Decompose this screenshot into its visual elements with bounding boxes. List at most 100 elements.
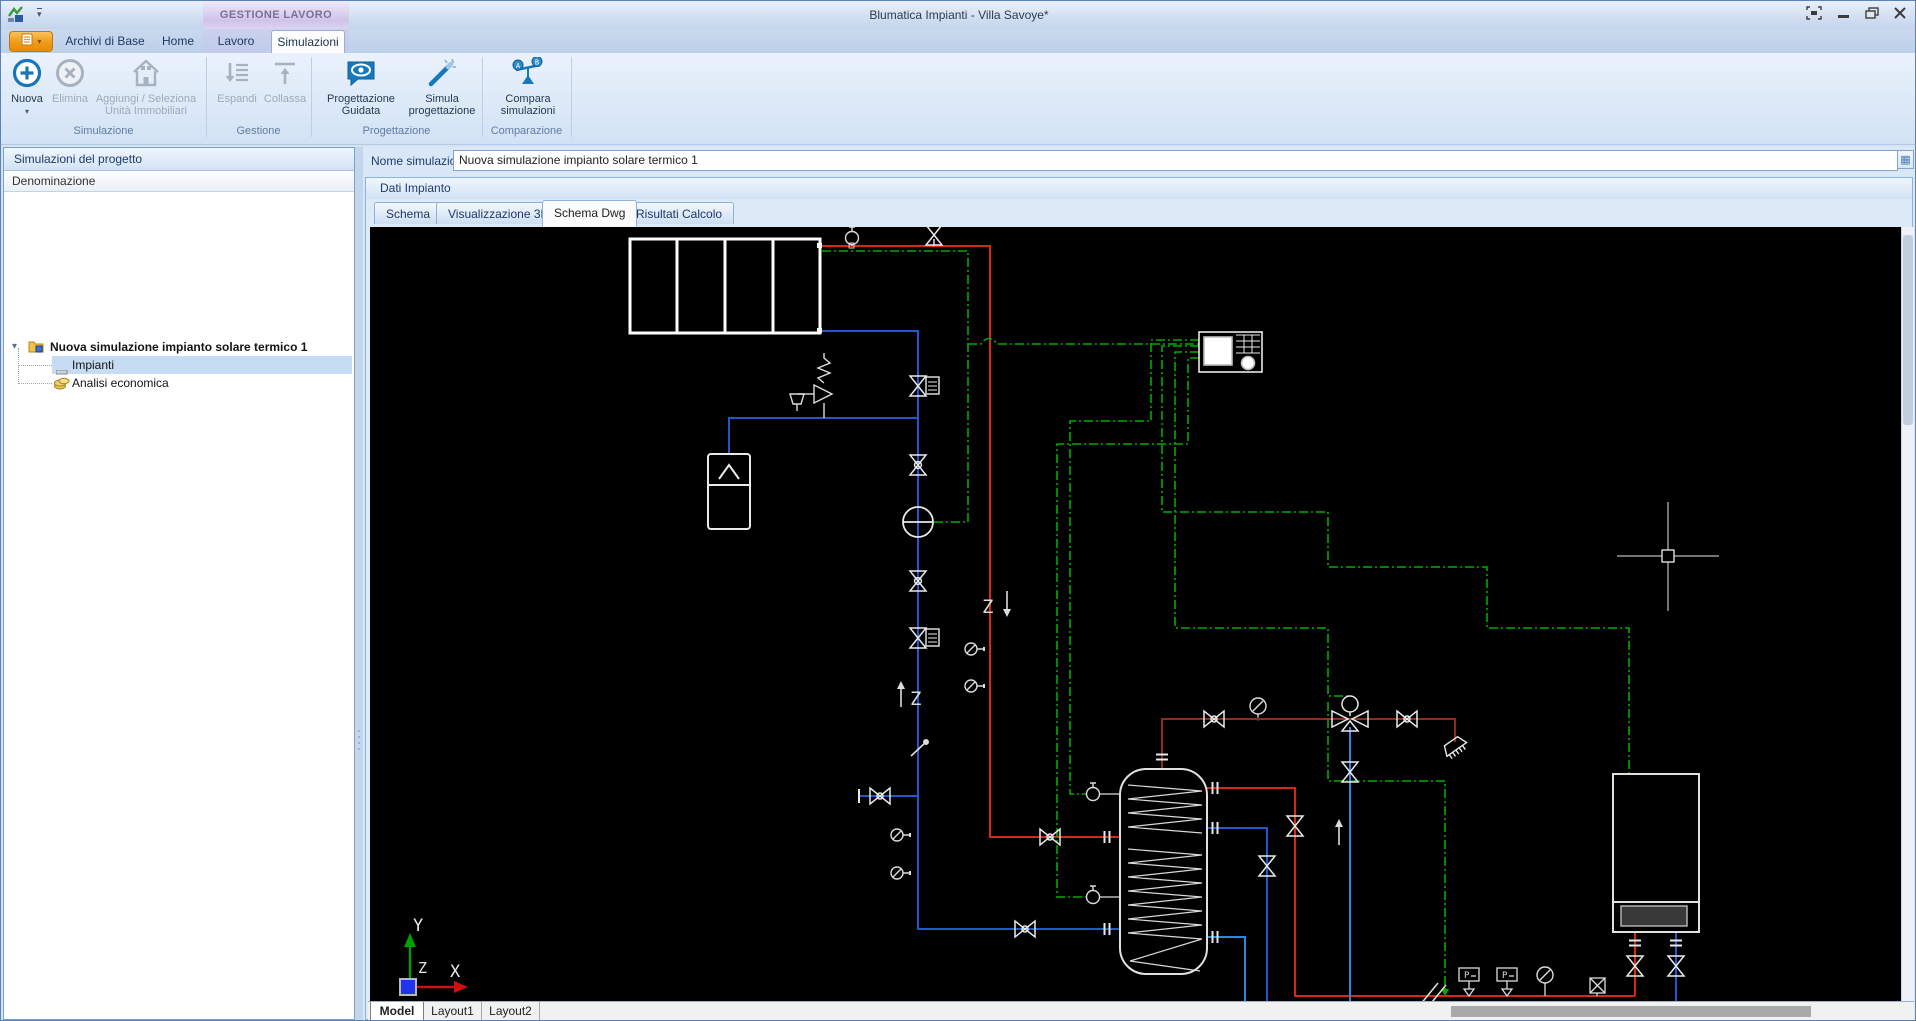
boiler — [1613, 774, 1699, 932]
collapse-all-icon — [261, 57, 309, 92]
svg-text:Z: Z — [910, 688, 921, 710]
group-label-progettazione: Progettazione — [311, 125, 482, 137]
sidebar-title: Simulazioni del progetto — [4, 148, 354, 171]
minimize-button[interactable] — [1831, 6, 1857, 24]
group-label-gestione: Gestione — [206, 125, 311, 137]
application-window: ▾ GESTIONE LAVORO Blumatica Impianti - V… — [0, 0, 1916, 1021]
progettazione-guidata-button[interactable]: Progettazione Guidata — [319, 57, 403, 117]
vertical-scrollbar[interactable] — [1901, 227, 1914, 1001]
espandi-button[interactable]: Espandi — [213, 57, 261, 105]
tab-simulazioni[interactable]: Simulazioni — [271, 30, 345, 53]
svg-text:P: P — [1502, 971, 1508, 981]
safety-valve-group — [790, 353, 832, 418]
tab-risultati-calcolo[interactable]: Risultati Calcolo — [624, 202, 734, 224]
pressure-switch-1: P — [1459, 968, 1479, 996]
tab-layout2[interactable]: Layout2 — [482, 1002, 540, 1021]
shower-outlet — [1441, 734, 1469, 760]
title-bar: ▾ GESTIONE LAVORO Blumatica Impianti - V… — [1, 1, 1916, 29]
tab-layout1[interactable]: Layout1 — [424, 1002, 482, 1021]
project-simulations-panel: Simulazioni del progetto Denominazione ▾… — [3, 147, 355, 1020]
mixing-valve — [1332, 696, 1368, 731]
crosshair-cursor — [1617, 502, 1719, 611]
tab-model[interactable]: Model — [370, 1002, 424, 1021]
svg-text:Y: Y — [413, 916, 423, 936]
tree-item-analisi-economica[interactable]: Analisi economica — [4, 374, 354, 392]
dhw-pipe-dark-red — [1162, 719, 1455, 769]
group-label-comparazione: Comparazione — [482, 125, 571, 137]
expand-all-icon — [213, 57, 261, 92]
motorized-valve-1 — [910, 376, 939, 396]
file-menu-button[interactable]: ▾ — [9, 31, 53, 52]
nuova-button[interactable]: Nuova ▾ — [5, 57, 49, 117]
compara-simulazioni-button[interactable]: A B Compara simulazioni — [489, 57, 567, 117]
dwg-canvas[interactable]: Z Z — [370, 227, 1901, 1001]
ribbon-separator — [571, 57, 572, 137]
dhw-gauge — [1250, 698, 1266, 721]
tab-archivi-di-base[interactable]: Archivi di Base — [63, 30, 147, 53]
svg-text:Z: Z — [982, 596, 993, 618]
simulation-name-input[interactable]: Nuova simulazione impianto solare termic… — [453, 150, 1898, 171]
dati-impianto-groupbox: Dati Impianto Schema Visualizzazione 3D … — [365, 177, 1913, 1020]
pressure-switch-2: P — [1497, 968, 1517, 996]
main-panel: Nome simulazione Nuova simulazione impia… — [363, 147, 1916, 1021]
elimina-button[interactable]: Elimina — [49, 57, 91, 105]
motorized-valve-2 — [910, 628, 939, 648]
pipe-node — [817, 328, 822, 333]
pressure-gauge-bottom — [1537, 967, 1553, 996]
collector-flow-sensor — [846, 227, 859, 248]
coins-icon — [54, 376, 70, 395]
group-label-simulazione: Simulazione — [1, 125, 206, 137]
svg-text:Z: Z — [418, 959, 427, 977]
panel-splitter[interactable] — [355, 147, 363, 1020]
tab-schema-dwg[interactable]: Schema Dwg — [542, 200, 637, 227]
grid-view-button[interactable]: ▦ — [1897, 150, 1914, 169]
cold-feed-pipe-cyan — [1207, 727, 1350, 1001]
layout-tab-bar: Model Layout1 Layout2 — [368, 1001, 1914, 1021]
flow-direction-arrow — [1335, 819, 1343, 845]
simula-progettazione-button[interactable]: Simula progettazione — [403, 57, 481, 117]
tree-root-row[interactable]: ▾ Nuova simulazione impianto solare term… — [4, 338, 354, 356]
app-icon[interactable] — [7, 6, 24, 28]
solar-return-pipe-blue — [729, 331, 1676, 1001]
solar-collector-array — [630, 239, 820, 333]
expansion-vessel — [708, 454, 750, 529]
drain-cock — [965, 680, 984, 692]
drain-cock — [965, 643, 984, 655]
eye-bubble-icon — [319, 57, 403, 92]
contextual-tab-group: GESTIONE LAVORO — [203, 1, 349, 29]
column-header-denominazione[interactable]: Denominazione — [4, 171, 354, 192]
air-vent-valve — [926, 227, 942, 246]
fullscreen-button[interactable] — [1801, 6, 1827, 24]
balance-scale-icon: A B — [489, 57, 567, 92]
check-valve — [911, 740, 928, 756]
collassa-button[interactable]: Collassa — [261, 57, 309, 105]
ucs-icon: Y X Z — [400, 916, 468, 995]
delete-circle-icon — [49, 57, 91, 92]
svg-text:B: B — [535, 59, 539, 67]
tree-item-impianti[interactable]: Impianti — [4, 356, 354, 374]
house-icon — [93, 57, 199, 92]
drain-cock — [891, 829, 910, 841]
restore-button[interactable] — [1859, 6, 1885, 24]
groupbox-title: Dati Impianto — [366, 178, 1912, 199]
tab-lavoro[interactable]: Lavoro — [211, 30, 261, 53]
chevron-down-icon[interactable]: ▾ — [12, 338, 17, 356]
riser-down-symbol: Z — [982, 591, 1011, 618]
tab-schema[interactable]: Schema — [374, 202, 442, 224]
add-circle-icon — [5, 57, 49, 92]
lower-coil — [1128, 849, 1202, 971]
aggiungi-seleziona-button[interactable]: Aggiungi / Seleziona Unità Immobiliari — [93, 57, 199, 117]
ribbon: Nuova ▾ Elimina Aggiungi / Seleziona Uni… — [1, 53, 1916, 145]
close-button[interactable] — [1887, 6, 1913, 24]
storage-tank — [1120, 769, 1207, 974]
junction-box — [1590, 978, 1605, 996]
tree-item-label: Impianti — [72, 356, 114, 374]
tree-root-label: Nuova simulazione impianto solare termic… — [50, 338, 307, 356]
quick-access-dropdown[interactable]: ▾ — [37, 8, 42, 19]
tree-item-label: Analisi economica — [72, 374, 169, 392]
vertical-scrollbar-thumb[interactable] — [1903, 235, 1913, 425]
tab-home[interactable]: Home — [155, 30, 201, 53]
horizontal-scrollbar-thumb[interactable] — [1451, 1006, 1811, 1017]
drain-cock — [891, 867, 910, 879]
svg-text:X: X — [450, 962, 461, 982]
